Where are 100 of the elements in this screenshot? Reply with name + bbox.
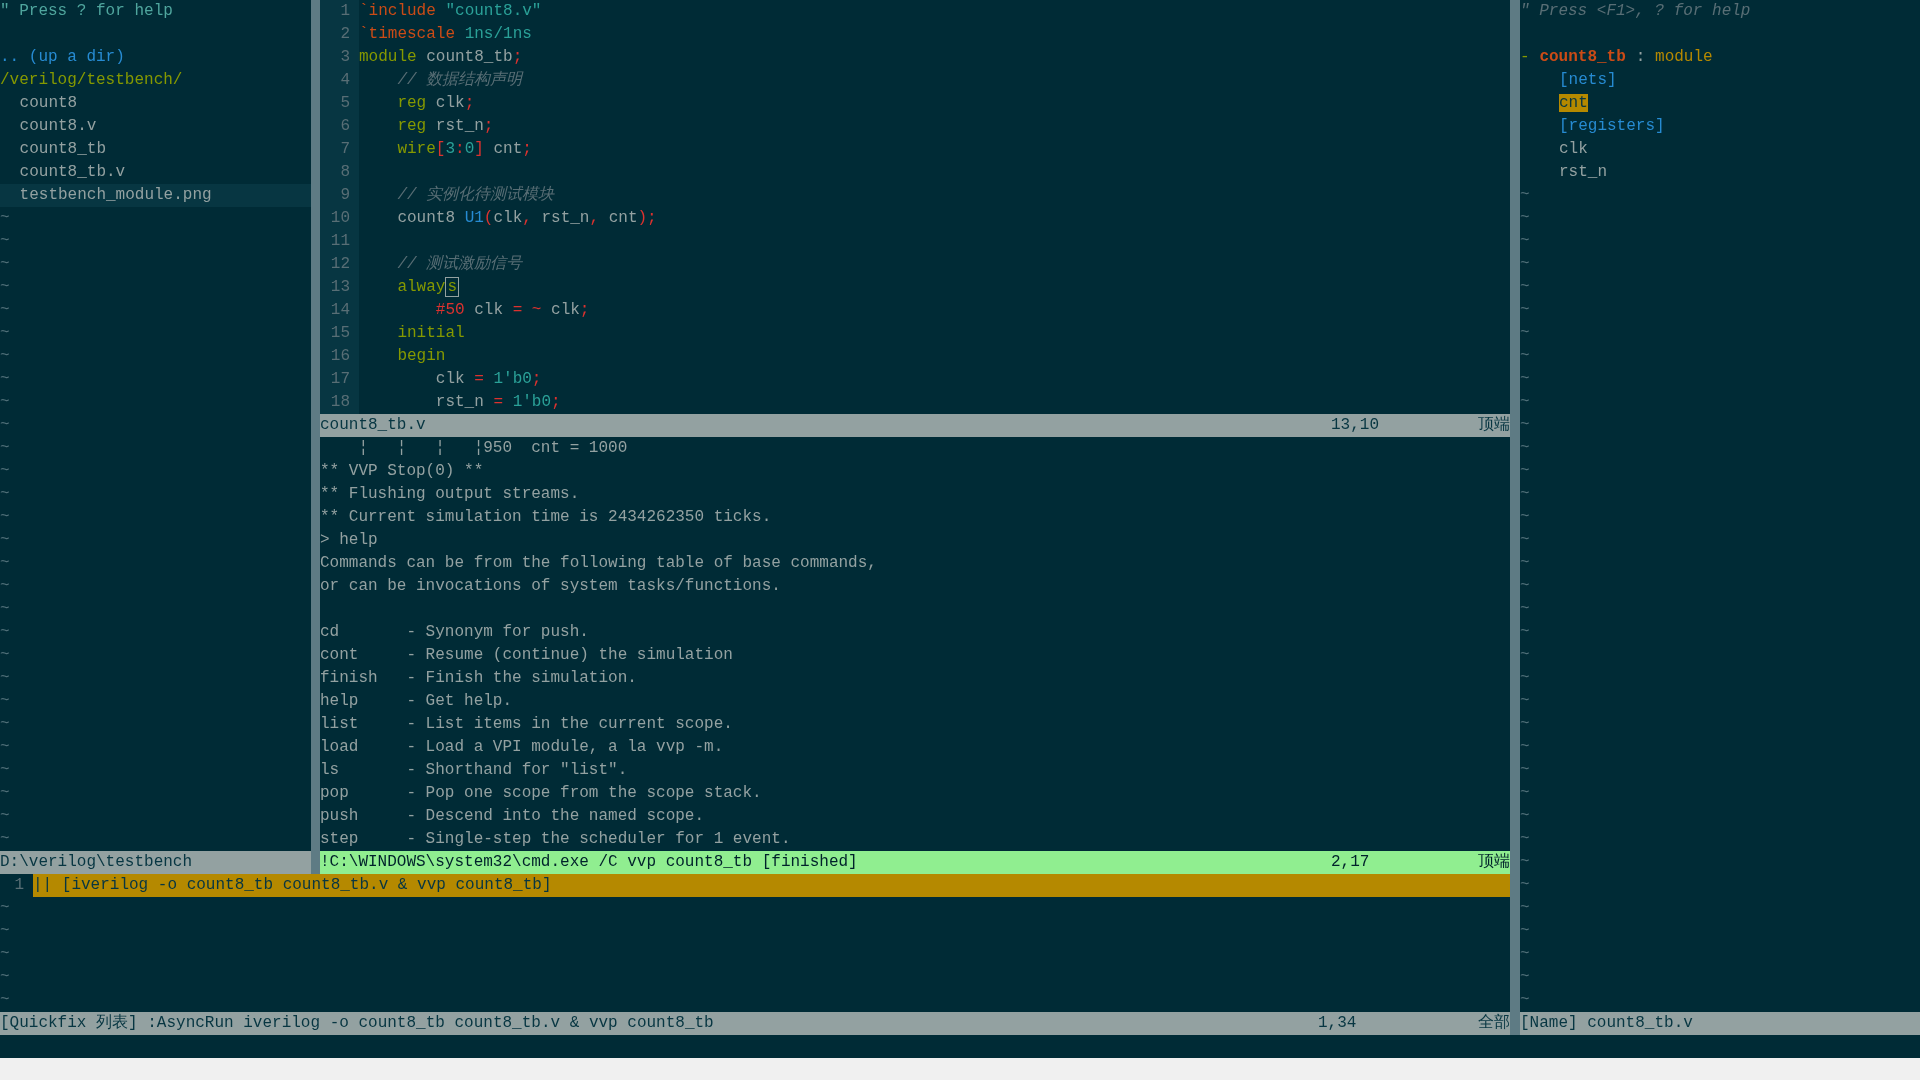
empty-line-marker: ~ [1520,807,1530,825]
line-number: 6 [320,115,359,138]
file-item[interactable]: testbench_module.png [0,184,311,207]
line-number: 14 [320,299,359,322]
empty-line-marker: ~ [0,761,10,779]
help-hint: " Press <F1>, ? for help [1520,2,1751,20]
cursor-position: 13,10 [1331,415,1380,436]
empty-line-marker: ~ [0,692,10,710]
empty-line-marker: ~ [0,646,10,664]
line-number: 12 [320,253,359,276]
line-number: 2 [320,23,359,46]
empty-line-marker: ~ [0,232,10,250]
file-item[interactable]: count8_tb [0,138,311,161]
cursor-position: 2,17 [1331,852,1371,873]
empty-line-marker: ~ [0,945,10,963]
scroll-position: 全部 [1478,1013,1510,1034]
empty-line-marker: ~ [1520,485,1530,503]
code-line: count8 U1(clk, rst_n, cnt); [396,208,657,229]
line-number: 15 [320,322,359,345]
signal-item[interactable]: cnt [1559,94,1588,112]
empty-line-marker: ~ [0,554,10,572]
line-number: 16 [320,345,359,368]
line-number: 5 [320,92,359,115]
cursor-position: 1,34 [1318,1013,1358,1034]
empty-line-marker: ~ [1520,416,1530,434]
empty-line-marker: ~ [0,830,10,848]
line-number: 9 [320,184,359,207]
empty-line-marker: ~ [0,301,10,319]
code-line: `timescale 1ns/1ns [359,24,532,45]
empty-line-marker: ~ [1520,692,1530,710]
empty-line-marker: ~ [1520,393,1530,411]
empty-line-marker: ~ [0,669,10,687]
empty-line-marker: ~ [1520,761,1530,779]
status-bar: [Name] count8_tb.v [1520,1012,1920,1035]
empty-line-marker: ~ [1520,899,1530,917]
empty-line-marker: ~ [1520,738,1530,756]
status-file: [Quickfix 列表] :AsyncRun iverilog -o count8_tb count8_tb.v & vvp count8_tb [0,1013,715,1034]
empty-line-marker: ~ [0,784,10,802]
terminal-line: ** Flushing output streams. [320,485,580,503]
separator-colon: : [1635,47,1646,68]
group-label: [registers] [1559,117,1665,135]
terminal-line: ** Current simulation time is 2434262350 ticks. [320,508,772,526]
empty-line-marker: ~ [0,255,10,273]
empty-line-marker: ~ [0,807,10,825]
empty-line-marker: ~ [0,485,10,503]
empty-line-marker: ~ [1520,209,1530,227]
empty-line-marker: ~ [1520,508,1530,526]
file-item[interactable]: count8 [0,92,311,115]
signal-item[interactable]: rst_n [1559,163,1607,181]
empty-line-marker: ~ [0,324,10,342]
empty-line-marker: ~ [0,922,10,940]
empty-line-marker: ~ [1520,830,1530,848]
file-item[interactable]: count8_tb.v [0,161,311,184]
empty-line-marker: ~ [0,991,10,1009]
module-type: module [1655,47,1713,68]
empty-line-marker: ~ [1520,715,1530,733]
terminal-line: help - Get help. [320,692,513,710]
empty-line-marker: ~ [0,899,10,917]
empty-line-marker: ~ [0,209,10,227]
code-line: module count8_tb; [359,47,523,68]
empty-line-marker: ~ [1520,922,1530,940]
empty-line-marker: ~ [1520,232,1530,250]
line-number: 3 [320,46,359,69]
file-item[interactable]: count8.v [0,115,311,138]
fold-marker[interactable]: - [1520,46,1530,69]
line-number: 4 [320,69,359,92]
empty-line-marker: ~ [1520,646,1530,664]
empty-line-marker: ~ [0,600,10,618]
parent-directory-link[interactable]: .. (up a dir) [0,48,125,66]
empty-line-marker: ~ [1520,945,1530,963]
status-file: count8_tb.v [320,415,427,436]
line-number: 8 [320,161,359,184]
line-number: 18 [320,391,359,414]
signal-item[interactable]: clk [1559,140,1588,158]
line-number: 1 [320,0,359,23]
line-number: 13 [320,276,359,299]
terminal-line: > help [320,531,378,549]
empty-line-marker: ~ [1520,186,1530,204]
empty-line-marker: ~ [0,416,10,434]
empty-line-marker: ~ [1520,347,1530,365]
module-name[interactable]: count8_tb [1539,46,1626,69]
empty-line-marker: ~ [1520,554,1530,572]
empty-line-marker: ~ [0,508,10,526]
terminal-line: step - Single-step the scheduler for 1 event. [320,830,791,848]
empty-line-marker: ~ [0,462,10,480]
line-number: 7 [320,138,359,161]
terminal-line: load - Load a VPI module, a la vvp -m. [320,738,724,756]
empty-line-marker: ~ [0,531,10,549]
terminal-line: ¦ ¦ ¦ ¦950 cnt = 1000 [357,439,628,457]
terminal-line: ** VVP Stop(0) ** [320,462,484,480]
group-label: [nets] [1559,71,1617,89]
empty-line-marker: ~ [0,968,10,986]
empty-line-marker: ~ [1520,255,1530,273]
empty-line-marker: ~ [0,439,10,457]
code-line: clk = 1'b0; [434,369,542,390]
quickfix-entry[interactable]: || [iverilog -o count8_tb count8_tb.v & vvp count8_tb] [33,874,1510,897]
scroll-position: 顶端 [1478,852,1510,873]
code-line: begin [396,346,446,367]
terminal-line: finish - Finish the simulation. [320,669,637,687]
empty-line-marker: ~ [1520,669,1530,687]
